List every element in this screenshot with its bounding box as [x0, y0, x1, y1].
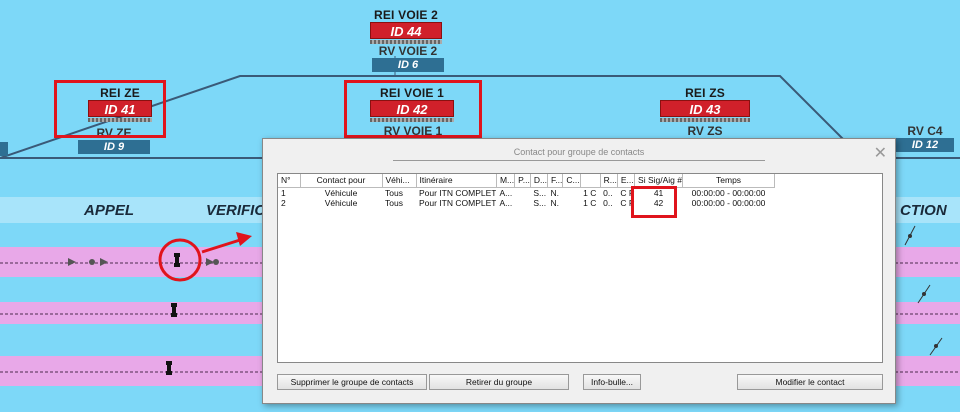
- delete-group-button[interactable]: Supprimer le groupe de contacts: [277, 374, 427, 390]
- signal-rv-voie2[interactable]: RV VOIE 2 ID 6: [372, 44, 444, 72]
- cell-vehicle: Tous: [385, 187, 403, 198]
- signal-rv-c4[interactable]: RV C4 ID 12: [896, 124, 954, 152]
- cell-f: N.: [550, 187, 560, 198]
- signal-title: REI ZS: [685, 86, 725, 100]
- close-icon[interactable]: ✕: [874, 143, 887, 162]
- cell-x-val: 1: [583, 187, 588, 198]
- highlight-box-voie1: [344, 80, 482, 138]
- cell-x-val: 1: [583, 197, 588, 208]
- grid-header-row: N° Contact pour Véhi... Itinéraire M... …: [278, 174, 776, 188]
- signal-id-badge: ID 43: [660, 100, 750, 117]
- cell-m: A...: [499, 197, 513, 208]
- col-header-vehicle[interactable]: Véhi...: [382, 174, 417, 188]
- cell-num: 2: [281, 197, 286, 208]
- cell-r-val: C: [590, 197, 597, 208]
- cell-r: 0..: [603, 187, 613, 198]
- col-header-num[interactable]: N°: [278, 174, 301, 188]
- signal-title: RV C4: [907, 124, 943, 138]
- cell-e-val: C: [620, 187, 627, 198]
- cell-d: S...: [533, 197, 547, 208]
- col-header-c[interactable]: C...: [562, 174, 581, 188]
- table-row[interactable]: 1 Véhicule Tous Pour ITN COMPLET A... S.…: [278, 187, 775, 198]
- signal-id-badge: ID 12: [896, 138, 954, 152]
- cell-c: [563, 187, 580, 198]
- highlight-box-sig-column: [631, 186, 677, 218]
- cell-itinerary: Pour ITN COMPLET: [419, 187, 497, 198]
- col-header-f[interactable]: F...: [547, 174, 564, 188]
- cell-e-val: C: [620, 197, 627, 208]
- contacts-grid: N° Contact pour Véhi... Itinéraire M... …: [277, 173, 883, 363]
- cell-p: [515, 187, 531, 198]
- col-header-p[interactable]: P...: [514, 174, 531, 188]
- cell-time: 00:00:00 - 00:00:00: [691, 187, 766, 198]
- col-header-time[interactable]: Temps: [682, 174, 776, 188]
- signal-rv-zs[interactable]: RV ZS: [670, 124, 740, 138]
- cell-contact: Véhicule: [324, 187, 358, 198]
- cell-time: 00:00:00 - 00:00:00: [691, 197, 766, 208]
- cell-r-val: C: [590, 187, 597, 198]
- col-header-itinerary[interactable]: Itinéraire: [416, 174, 497, 188]
- highlight-box-ze: [54, 80, 166, 138]
- modify-contact-button[interactable]: Modifier le contact: [737, 374, 883, 390]
- dialog-title: Contact pour groupe de contacts: [393, 147, 765, 161]
- signal-id-badge: ID 9: [78, 140, 150, 154]
- cell-d: S...: [533, 187, 547, 198]
- signal-title: RV ZS: [687, 124, 723, 138]
- signal-hatch: [660, 118, 750, 122]
- col-header-d[interactable]: D...: [530, 174, 549, 188]
- signal-rei-voie2[interactable]: REI VOIE 2 ID 44: [370, 8, 442, 44]
- signal-rei-zs[interactable]: REI ZS ID 43: [660, 86, 750, 122]
- signal-title: RV VOIE 2: [378, 44, 438, 58]
- signal-partial-left: [0, 142, 8, 156]
- tooltip-button[interactable]: Info-bulle...: [583, 374, 641, 390]
- col-header-r[interactable]: R...: [600, 174, 618, 188]
- cell-f: N.: [550, 197, 560, 208]
- cell-m: A...: [499, 187, 513, 198]
- cell-x: 1 C: [580, 198, 600, 208]
- cell-contact: Véhicule: [324, 197, 358, 208]
- col-header-m[interactable]: M...: [496, 174, 516, 188]
- signal-id-badge: ID 6: [372, 58, 444, 72]
- cell-num: 1: [281, 187, 286, 198]
- signal-title: REI VOIE 2: [373, 8, 439, 22]
- col-header-contact[interactable]: Contact pour: [300, 174, 383, 188]
- cell-x: 1 C: [580, 187, 600, 198]
- contact-group-dialog: Contact pour groupe de contacts ✕ N° Con…: [262, 138, 896, 404]
- cell-r: 0..: [603, 197, 613, 208]
- col-header-blank[interactable]: [580, 174, 601, 188]
- cell-c: [563, 198, 580, 208]
- remove-from-group-button[interactable]: Retirer du groupe: [429, 374, 569, 390]
- signal-id-badge: ID 44: [370, 22, 442, 39]
- table-row[interactable]: 2 Véhicule Tous Pour ITN COMPLET A... S.…: [278, 198, 775, 208]
- cell-itinerary: Pour ITN COMPLET: [419, 197, 497, 208]
- cell-vehicle: Tous: [385, 197, 403, 208]
- cell-p: [515, 198, 531, 208]
